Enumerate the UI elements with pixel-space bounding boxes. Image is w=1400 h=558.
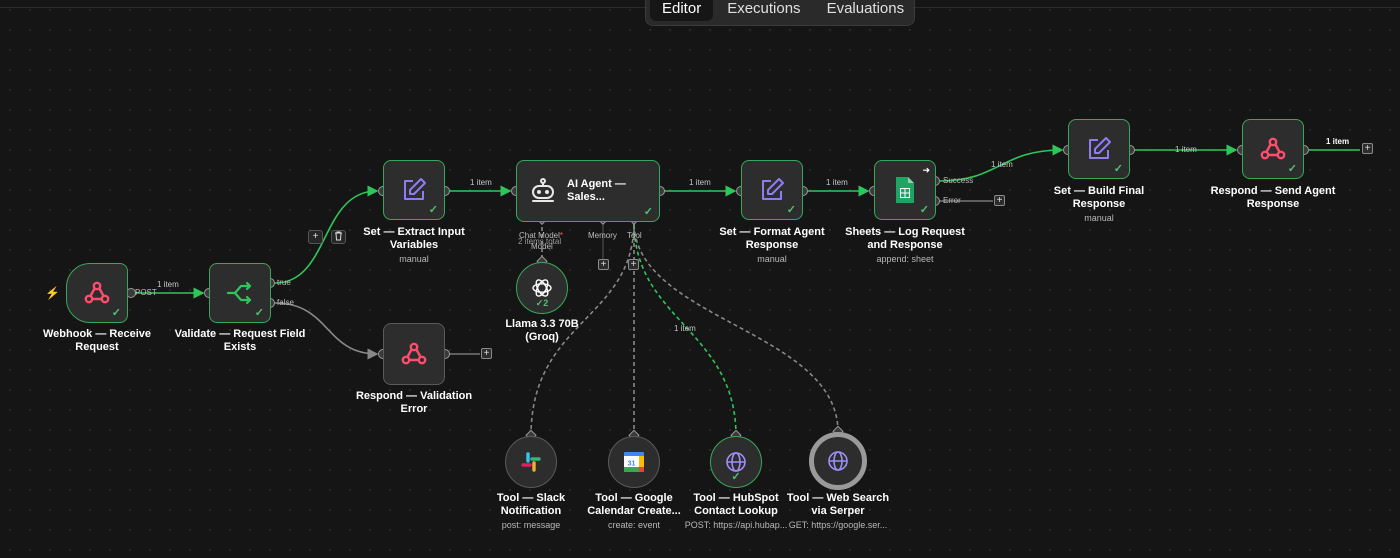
node-webhook-receive-request[interactable]: ✓ xyxy=(66,263,128,323)
node-subtitle: post: message xyxy=(501,520,561,530)
add-memory-plus-button[interactable]: + xyxy=(598,259,609,270)
success-check-icon: ✓ xyxy=(786,204,796,216)
node-label: Tool — Google Calendar Create... xyxy=(587,492,681,517)
node-label: Respond — Send Agent Response xyxy=(1210,185,1336,210)
node-label: Validate — Request Field Exists xyxy=(174,328,306,353)
success-check-icon: ✓ xyxy=(643,206,653,218)
node-subtitle: GET: https://google.ser... xyxy=(788,520,888,530)
success-check-icon: ✓ xyxy=(111,307,121,319)
edge-label: 1 item xyxy=(1326,137,1350,146)
success-count-badge: ✓2 xyxy=(535,298,549,308)
robot-icon xyxy=(532,178,554,202)
add-node-plus-button[interactable]: + xyxy=(481,348,492,359)
pencil-edit-icon xyxy=(1089,137,1111,159)
node-set-extract-input[interactable]: ✓ xyxy=(383,160,445,220)
node-label: Tool — HubSpot Contact Lookup xyxy=(693,492,779,517)
node-subtitle: manual xyxy=(399,254,429,264)
calendar-day-text: 31 xyxy=(628,461,636,468)
connector-false-label: false xyxy=(277,298,294,307)
connector-error-label: Error xyxy=(943,196,961,205)
node-subtitle: create: event xyxy=(607,520,661,530)
openai-icon xyxy=(532,279,552,297)
connector-model-label: Model xyxy=(531,242,553,251)
add-node-edge-button[interactable]: + xyxy=(308,230,323,244)
edge-label: 1 item xyxy=(991,160,1013,169)
google-calendar-icon: 31 xyxy=(624,452,644,472)
node-subtitle: manual xyxy=(757,254,787,264)
webhook-icon xyxy=(1260,137,1286,160)
node-set-format-agent-response[interactable]: ✓ xyxy=(741,160,803,220)
node-label: Respond — Validation Error xyxy=(355,390,473,415)
node-set-build-final-response[interactable]: ✓ xyxy=(1068,119,1130,179)
add-tool-plus-button[interactable]: + xyxy=(628,259,639,270)
node-validate-request-field[interactable]: ✓ xyxy=(209,263,271,323)
webhook-icon xyxy=(401,342,427,365)
connector-success-label: Success xyxy=(943,176,974,185)
edge-label: 1 item xyxy=(674,324,696,333)
node-subtitle: POST: https://api.hubap... xyxy=(684,520,788,530)
node-ai-agent-sales[interactable]: AI Agent — Sales... ✓ xyxy=(516,160,660,222)
node-label: Llama 3.3 70B (Groq) xyxy=(505,318,579,343)
edge-label: 1 item xyxy=(1175,145,1197,154)
connector-memory-label: Memory xyxy=(588,231,617,240)
google-sheets-icon xyxy=(896,177,914,203)
edge-label: 1 item xyxy=(470,178,492,187)
node-label: Set — Build Final Response xyxy=(1053,185,1145,210)
node-label: Set — Extract Input Variables xyxy=(363,226,465,251)
edge-label: 1 item xyxy=(826,178,848,187)
connector-post-label: POST xyxy=(135,288,157,297)
edge-label: 1 item xyxy=(689,178,711,187)
node-llama-groq-model[interactable]: ✓2 xyxy=(516,262,568,314)
success-check-icon: ✓ xyxy=(731,471,741,483)
node-label: Tool — Slack Notification xyxy=(496,492,566,517)
lightning-icon: ⚡ xyxy=(45,286,60,300)
connector-tool-label: Tool xyxy=(627,231,642,240)
pencil-edit-icon xyxy=(404,178,426,200)
edge-serper-tool[interactable] xyxy=(633,221,839,433)
edge-validate-extract[interactable] xyxy=(274,185,379,284)
node-tool-google-calendar[interactable]: 31 xyxy=(608,436,660,488)
success-check-icon: ✓ xyxy=(428,204,438,216)
node-label: Webhook — Receive Request xyxy=(43,328,151,353)
edge-label: 1 item xyxy=(157,280,179,289)
node-respond-validation-error[interactable] xyxy=(383,323,445,385)
node-label: Set — Format Agent Response xyxy=(719,226,825,251)
pencil-edit-icon xyxy=(762,178,784,200)
node-subtitle: manual xyxy=(1084,213,1114,223)
trash-icon xyxy=(335,231,342,241)
connector-true-label: true xyxy=(277,278,291,287)
node-subtitle: append: sheet xyxy=(876,254,934,264)
webhook-icon xyxy=(84,281,110,304)
success-check-icon: ✓ xyxy=(254,307,264,319)
node-respond-send-agent-response[interactable]: ✓ xyxy=(1242,119,1304,179)
success-check-icon: ✓ xyxy=(919,204,929,216)
if-branch-icon xyxy=(226,281,252,305)
delete-edge-button[interactable] xyxy=(331,230,346,244)
output-arrow-icon: ➜ xyxy=(922,165,930,175)
globe-icon xyxy=(828,451,848,471)
node-tool-web-search-serper[interactable] xyxy=(809,432,867,490)
node-tool-slack-notification[interactable] xyxy=(505,436,557,488)
node-label: Sheets — Log Request and Response xyxy=(845,226,965,251)
add-node-plus-button[interactable]: + xyxy=(994,195,1005,206)
agent-title: AI Agent — Sales... xyxy=(567,178,626,203)
node-tool-hubspot-contact-lookup[interactable]: ✓ xyxy=(710,436,762,488)
success-check-icon: ✓ xyxy=(1113,163,1123,175)
success-check-icon: ✓ xyxy=(1287,163,1297,175)
add-node-plus-button[interactable]: + xyxy=(1362,143,1373,154)
node-sheets-log-request[interactable]: ➜ ✓ xyxy=(874,160,936,220)
node-label: Tool — Web Search via Serper xyxy=(786,492,890,517)
slack-icon xyxy=(521,452,541,472)
